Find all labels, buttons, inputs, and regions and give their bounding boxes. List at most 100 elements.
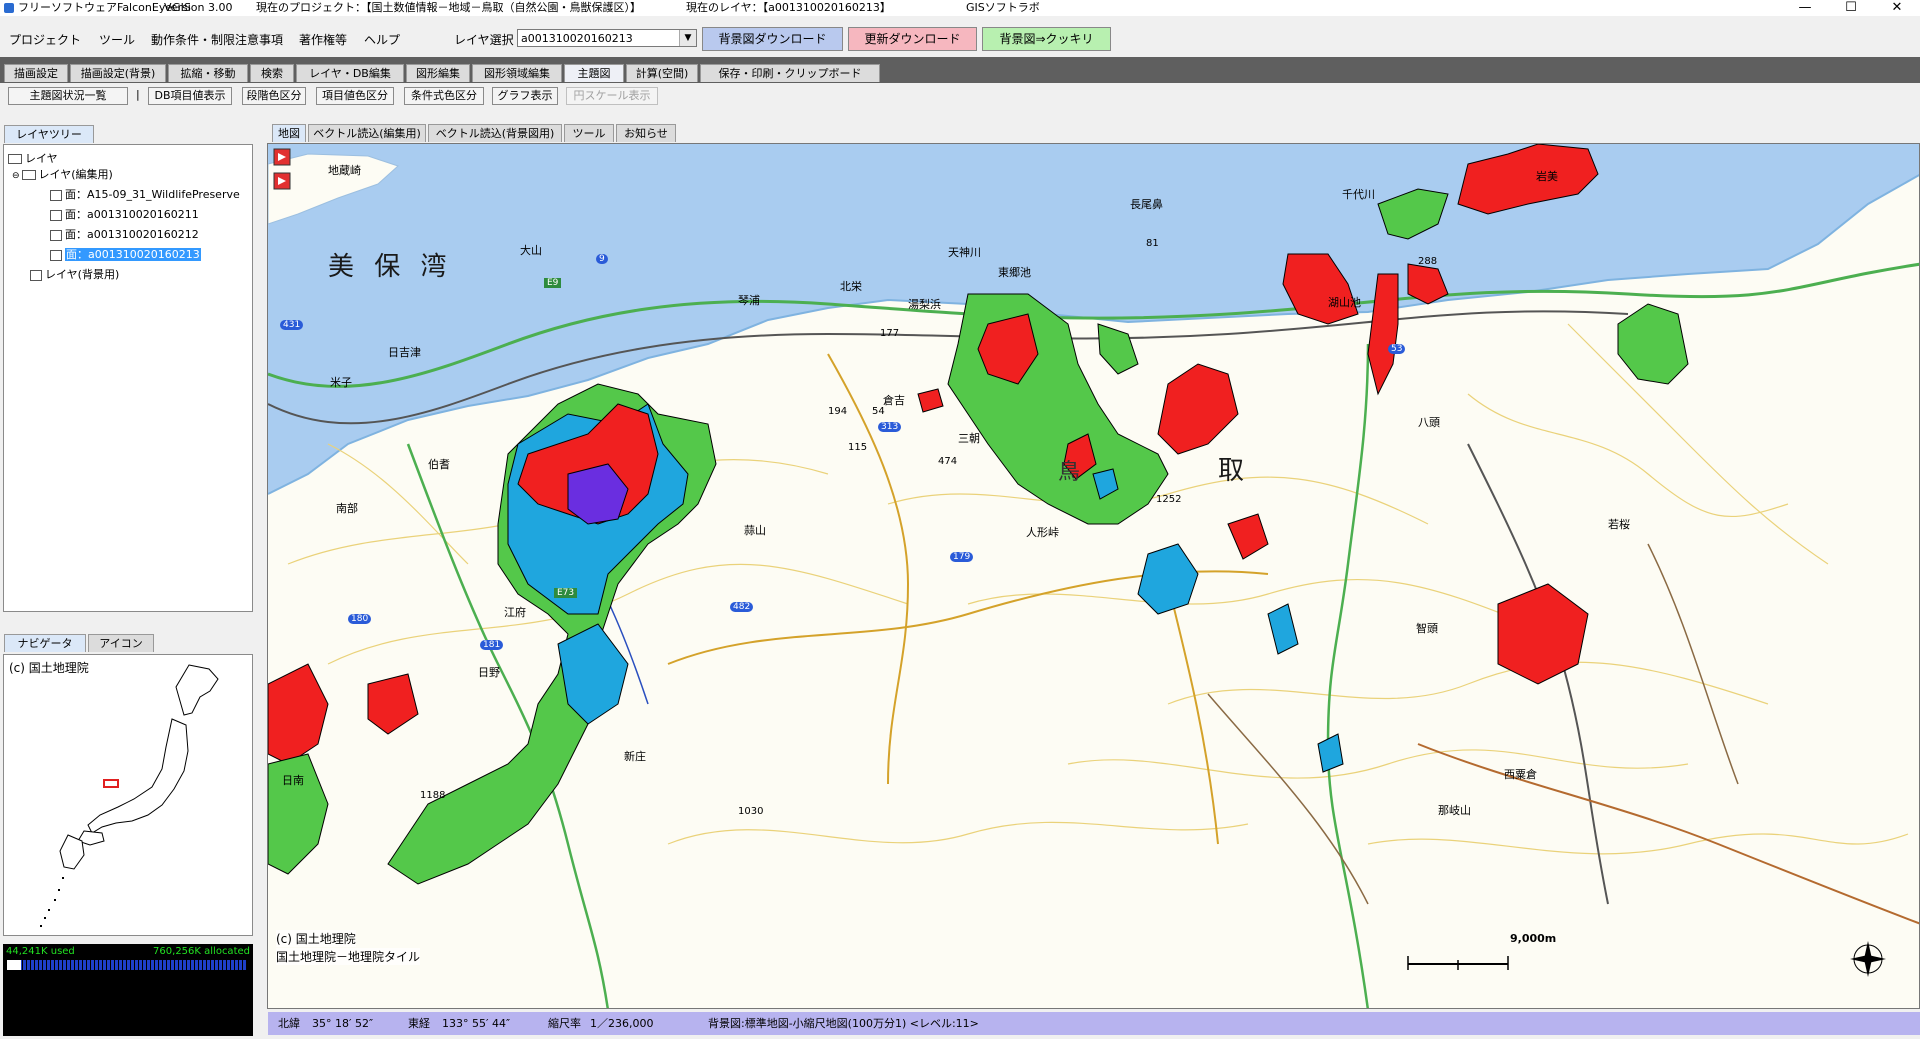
memory-monitor: 44,241K used 760,256K allocated <box>3 944 253 1036</box>
tab-shape-edit[interactable]: 図形編集 <box>406 64 470 82</box>
tab-zoom-move[interactable]: 拡縮・移動 <box>168 64 248 82</box>
tab-tools[interactable]: ツール <box>564 124 614 142</box>
map-canvas[interactable]: 美 保 湾 取 鳥 岩美 八頭 若桜 琴浦 北栄 湯梨浜 三朝 倉吉 伯耆 南部… <box>267 143 1920 1009</box>
db-value-display-button[interactable]: DB項目値表示 <box>148 87 232 105</box>
tab-vector-edit[interactable]: ベクトル読込(編集用) <box>308 124 426 142</box>
compass-icon <box>1850 941 1886 977</box>
route-shield: 181 <box>480 640 504 650</box>
tree-layer-item[interactable]: 面：a001310020160211 <box>50 207 199 223</box>
layer-tree: レイヤ ⊖ レイヤ(編集用) 面：A15-09_31_WildlifePreser… <box>3 144 253 612</box>
map-svg[interactable] <box>268 144 1920 1009</box>
place-label-yonago: 米子 <box>330 376 352 389</box>
memory-allocated: 760,256K allocated <box>153 946 250 957</box>
height-label: 54 <box>872 406 885 417</box>
place-label-hiruzen: 蒜山 <box>744 524 766 537</box>
tree-root[interactable]: レイヤ <box>8 151 58 167</box>
title-bar: フリーソフトウェアFalconEyeGIS Version 3.00 現在のプロ… <box>0 0 1920 16</box>
tree-layer-item[interactable]: 面：a001310020160212 <box>50 227 199 243</box>
item-color-class-button[interactable]: 項目値色区分 <box>316 87 394 105</box>
memory-used: 44,241K used <box>6 946 75 957</box>
menu-help[interactable]: ヘルプ <box>364 31 400 48</box>
scale-bar-label: 9,000m <box>1510 932 1557 945</box>
step-color-class-button[interactable]: 段階色区分 <box>242 87 306 105</box>
tree-edit-group[interactable]: ⊖ レイヤ(編集用) <box>12 167 113 183</box>
scale-ratio-value: 1／236,000 <box>590 1017 654 1030</box>
tab-icon[interactable]: アイコン <box>88 634 154 652</box>
lon-value: 133° 55′ 44″ <box>442 1017 511 1030</box>
route-shield: 482 <box>730 602 754 612</box>
tab-search[interactable]: 検索 <box>250 64 294 82</box>
tab-layer-tree[interactable]: レイヤツリー <box>4 125 94 143</box>
japan-overview-map[interactable] <box>4 655 252 935</box>
place-label-ningyo: 人形峠 <box>1026 526 1059 539</box>
place-label-hiezu: 日吉津 <box>388 346 421 359</box>
island-dots <box>40 877 64 927</box>
update-download-button[interactable]: 更新ダウンロード <box>848 27 977 51</box>
scale-ratio-label: 縮尺率 <box>548 1017 581 1030</box>
project-name: 現在のプロジェクト：【国土数値情報－地域－鳥取（自然公園・鳥獣保護区）】 <box>256 1 641 14</box>
status-bar: 北緯 35° 18′ 52″ 東経 133° 55′ 44″ 縮尺率 1／236… <box>268 1012 1920 1035</box>
tab-vector-bg[interactable]: ベクトル読込(背景図用) <box>428 124 562 142</box>
region-label-tori-kanji: 鳥 <box>1058 460 1081 485</box>
place-label-chizu: 智頭 <box>1416 622 1438 635</box>
close-button[interactable]: ✕ <box>1874 0 1920 16</box>
place-label-jizozaki: 地蔵崎 <box>328 164 361 177</box>
place-label-iwami: 岩美 <box>1536 170 1558 183</box>
route-shield: 9 <box>596 254 608 264</box>
place-label-chiyogawa: 千代川 <box>1342 188 1375 201</box>
app-icon <box>4 3 14 13</box>
tab-save-print[interactable]: 保存・印刷・クリップボード <box>700 64 880 82</box>
height-label: 1030 <box>738 806 764 817</box>
tab-layer-db-edit[interactable]: レイヤ・DB編集 <box>296 64 404 82</box>
navigator-map[interactable]: (c) 国土地理院 <box>3 654 253 936</box>
tree-layer-item-selected[interactable]: 面：a001310020160213 <box>50 247 201 263</box>
tree-bg-group[interactable]: レイヤ(背景用) <box>30 267 119 283</box>
place-label-togo: 東郷池 <box>998 266 1031 279</box>
layer-select[interactable]: a001310020160213 ▼ <box>517 29 697 47</box>
place-label-wakasa: 若桜 <box>1608 518 1630 531</box>
tab-draw-settings-bg[interactable]: 描画設定(背景) <box>70 64 166 82</box>
tab-map[interactable]: 地図 <box>272 124 306 142</box>
tab-notices[interactable]: お知らせ <box>616 124 676 142</box>
maximize-button[interactable]: ☐ <box>1828 0 1874 16</box>
place-label-nanbu: 南部 <box>336 502 358 515</box>
menu-project[interactable]: プロジェクト <box>9 31 81 48</box>
chevron-down-icon[interactable]: ▼ <box>679 30 696 46</box>
minimize-button[interactable]: — <box>1782 0 1828 16</box>
file-icon <box>50 229 62 241</box>
view-extent-box[interactable] <box>103 779 119 788</box>
bg-download-button[interactable]: 背景図ダウンロード <box>702 27 843 51</box>
app-version: Version 3.00 <box>164 1 233 14</box>
menu-copyright[interactable]: 著作権等 <box>299 31 347 48</box>
tab-spatial-calc[interactable]: 計算(空間) <box>626 64 698 82</box>
map-credit: (c) 国土地理院 <box>276 930 356 947</box>
place-label-koyama: 湖山池 <box>1328 296 1361 309</box>
route-shield: 180 <box>348 614 372 624</box>
graph-display-button[interactable]: グラフ表示 <box>492 87 558 105</box>
toolbar-separator: | <box>136 88 140 101</box>
route-shield: 431 <box>280 320 304 330</box>
bg-sharpen-button[interactable]: 背景図⇒クッキリ <box>982 27 1111 51</box>
menu-conditions[interactable]: 動作条件・制限注意事項 <box>151 31 283 48</box>
main-tab-row: 描画設定 描画設定(背景) 拡縮・移動 検索 レイヤ・DB編集 図形編集 図形領… <box>0 57 1920 83</box>
thematic-summary-button[interactable]: 主題図状況一覧 <box>8 87 128 105</box>
tab-navigator[interactable]: ナビゲータ <box>4 634 86 652</box>
layer-select-value: a001310020160213 <box>521 32 633 45</box>
height-label: 1188 <box>420 790 446 801</box>
tree-layer-item[interactable]: 面：A15-09_31_WildlifePreserve <box>50 187 240 203</box>
tab-draw-settings[interactable]: 描画設定 <box>4 64 68 82</box>
menu-tools[interactable]: ツール <box>99 31 135 48</box>
tab-shape-area-edit[interactable]: 図形領域編集 <box>472 64 562 82</box>
map-tab-row: 地図 ベクトル読込(編集用) ベクトル読込(背景図用) ツール お知らせ <box>268 122 1920 142</box>
toolbar: 主題図状況一覧 | DB項目値表示 段階色区分 項目値色区分 条件式色区分 グラ… <box>0 84 1920 108</box>
bay-label: 美 保 湾 <box>328 252 453 282</box>
layer-select-label: レイヤ選択 <box>454 33 514 47</box>
folder-icon <box>21 170 36 180</box>
cond-color-class-button[interactable]: 条件式色区分 <box>404 87 484 105</box>
tab-thematic-map[interactable]: 主題図 <box>564 64 624 82</box>
current-layer: 現在のレイヤ：【a001310020160213】 <box>686 1 891 14</box>
height-label: 115 <box>848 442 868 453</box>
place-label-nagisan: 那岐山 <box>1438 804 1471 817</box>
expressway-shield: E9 <box>544 278 562 288</box>
expand-toggle-icon[interactable]: ⊖ <box>12 171 20 181</box>
